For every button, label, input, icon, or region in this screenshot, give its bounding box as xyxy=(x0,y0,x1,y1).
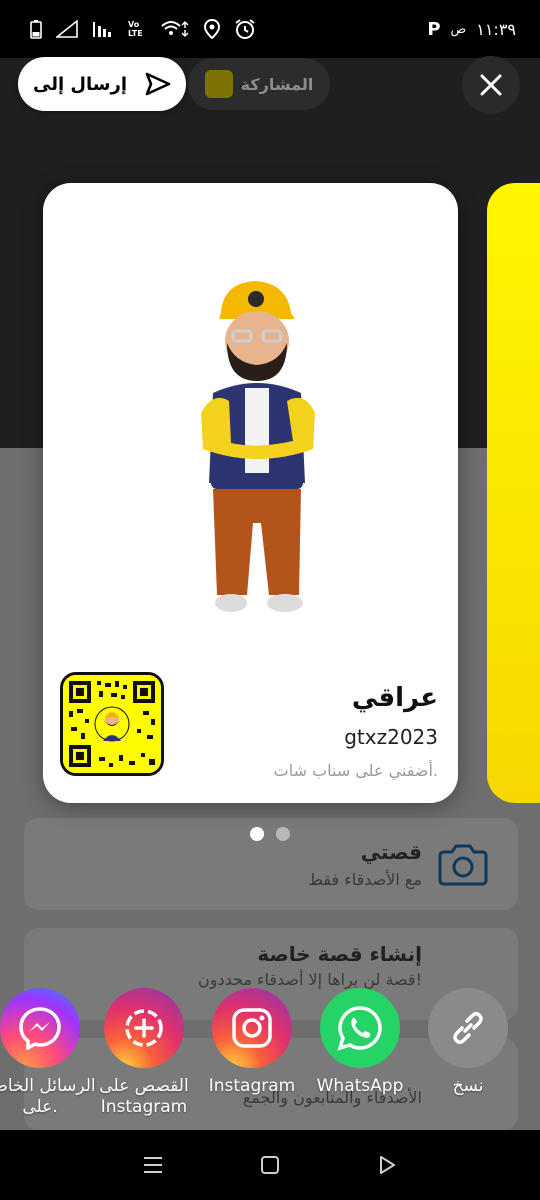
camera-icon xyxy=(438,844,488,886)
private-story-title: إنشاء قصة خاصة xyxy=(257,942,422,966)
battery-icon xyxy=(30,20,42,39)
instagram-stories-icon xyxy=(125,1009,163,1047)
back-icon[interactable] xyxy=(376,1154,398,1176)
close-icon xyxy=(480,74,502,96)
send-arrow-icon xyxy=(145,72,171,96)
system-nav-bar xyxy=(0,1130,540,1200)
share-tab[interactable]: المشاركة xyxy=(188,58,330,110)
add-me-tagline: أضفني على سناب شات. xyxy=(273,761,438,780)
carrier-badge: P xyxy=(427,18,441,40)
bitmoji-figure xyxy=(201,281,315,612)
profile-username: gtxz2023 xyxy=(344,725,438,749)
pager-dot[interactable] xyxy=(276,827,290,841)
share-whatsapp[interactable]: WhatsApp xyxy=(310,988,410,1097)
share-tab-label: المشاركة xyxy=(240,74,314,94)
share-copy-link-label: نسخ xyxy=(452,1076,484,1096)
status-icons: Vo LTE xyxy=(30,18,256,40)
signal-icon xyxy=(56,20,78,38)
instagram-icon xyxy=(232,1008,272,1048)
am-pm-label: ص xyxy=(450,21,467,37)
link-icon xyxy=(453,1011,483,1045)
instagram-circle[interactable] xyxy=(212,988,292,1068)
status-right: P ص ١١:٣٩ xyxy=(427,19,516,40)
background-story-card: قصتي مع الأصدقاء فقط xyxy=(24,818,518,910)
share-instagram-stories-label: القصص على Instagram xyxy=(99,1076,189,1117)
bitmoji-avatar xyxy=(183,273,333,623)
share-whatsapp-label: WhatsApp xyxy=(316,1076,404,1096)
share-instagram[interactable]: Instagram xyxy=(202,988,302,1097)
home-icon[interactable] xyxy=(259,1154,281,1176)
send-to-label: إرسال إلى xyxy=(32,73,128,95)
whatsapp-circle[interactable] xyxy=(320,988,400,1068)
share-targets-row: الرسائل الخاصة على. القصص على Instagram … xyxy=(0,988,540,1128)
private-story-subtitle: قصة لن يراها إلا أصدقاء محددون! xyxy=(198,970,422,989)
story-subtitle: مع الأصدقاء فقط xyxy=(308,870,422,889)
close-button[interactable] xyxy=(462,56,520,114)
instagram-stories-circle[interactable] xyxy=(104,988,184,1068)
profile-share-card: عراقي gtxz2023 أضفني على سناب شات. xyxy=(43,183,458,803)
snapcode-thumb-icon xyxy=(204,70,233,98)
story-title: قصتي xyxy=(360,840,422,864)
copy-link-circle[interactable] xyxy=(428,988,508,1068)
share-copy-link[interactable]: نسخ xyxy=(418,988,518,1097)
share-messenger[interactable]: الرسائل الخاصة على. xyxy=(0,988,96,1118)
share-instagram-label: Instagram xyxy=(208,1076,296,1096)
messenger-icon xyxy=(19,1007,61,1050)
share-instagram-stories[interactable]: القصص على Instagram xyxy=(94,988,194,1118)
next-card-preview[interactable] xyxy=(487,183,540,803)
profile-display-name: عراقي xyxy=(351,683,438,713)
signal-bars-icon xyxy=(93,22,111,37)
wifi-icon xyxy=(161,20,189,38)
recent-apps-icon[interactable] xyxy=(142,1155,164,1175)
volte-badge: Vo LTE xyxy=(128,20,143,38)
pager-dot-active[interactable] xyxy=(250,827,264,841)
status-time: ١١:٣٩ xyxy=(476,19,516,39)
share-messenger-label: الرسائل الخاصة على. xyxy=(0,1076,96,1117)
send-to-button[interactable]: إرسال إلى xyxy=(18,57,186,111)
snapcode-qr[interactable] xyxy=(60,672,164,776)
alarm-icon xyxy=(235,19,255,39)
messenger-circle[interactable] xyxy=(0,988,80,1068)
whatsapp-icon xyxy=(337,1006,382,1051)
snapcode-pattern xyxy=(63,675,161,773)
status-bar: Vo LTE P ص ١١:٣٩ xyxy=(0,0,540,58)
location-icon xyxy=(204,19,220,39)
